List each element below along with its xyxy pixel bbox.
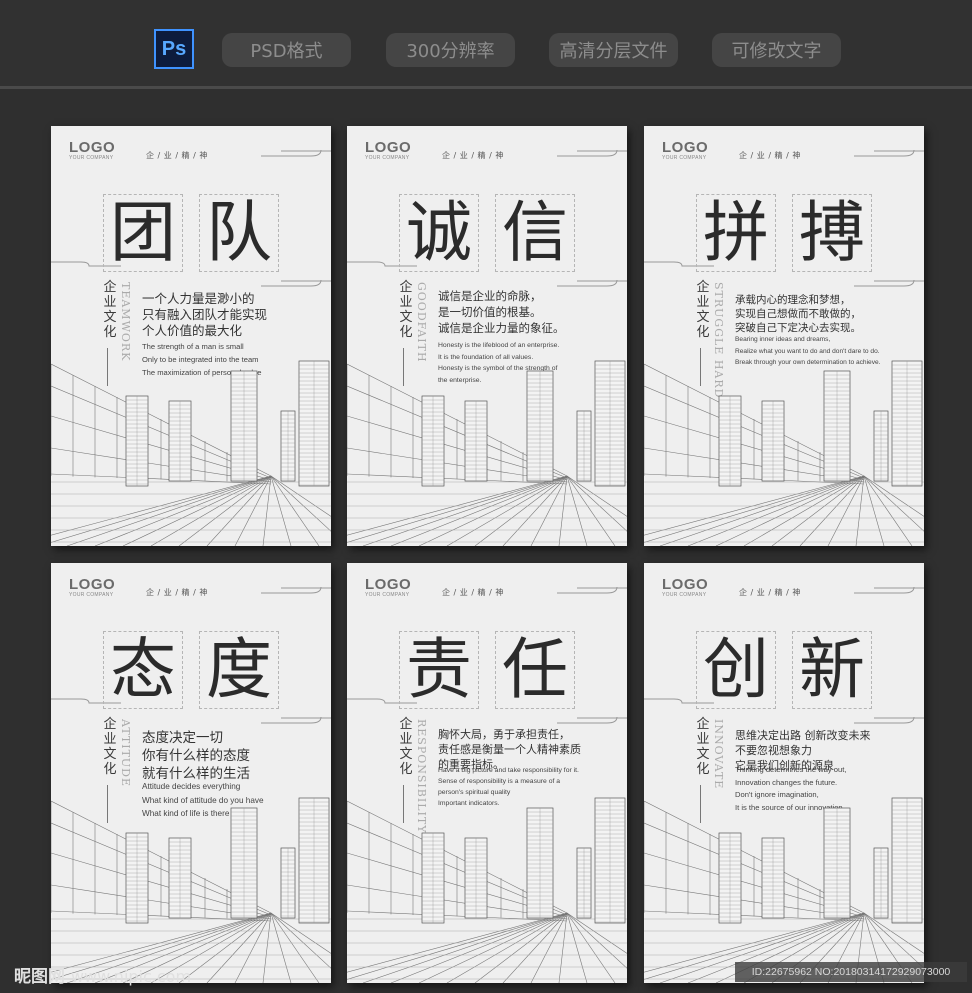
motto-text: 企 / 业 / 精 / 神 <box>739 588 801 597</box>
cloud-line-decoration <box>854 586 924 594</box>
poster-card: LOGO YOUR COMPANY 企 / 业 / 精 / 神拼搏企业文化 STRUG… <box>644 126 924 546</box>
vertical-label: 企业文化 <box>103 280 117 340</box>
city-wireframe-illustration <box>644 360 924 546</box>
logo-subtitle: YOUR COMPANY <box>365 155 410 161</box>
english-text-line: Have a big picture and take responsibili… <box>438 767 579 774</box>
logo-text: LOGO <box>69 576 116 593</box>
city-wireframe-illustration <box>347 360 627 546</box>
title-char: 搏 <box>792 194 872 272</box>
english-vertical-title: GOODFAITH <box>415 282 428 363</box>
cloud-line-decoration <box>854 149 924 157</box>
tag-layered-file: 高清分层文件 <box>549 33 678 67</box>
logo-subtitle: YOUR COMPANY <box>662 592 707 598</box>
chinese-text-line: 态度决定一切 <box>142 730 223 746</box>
motto-text: 企 / 业 / 精 / 神 <box>146 588 208 597</box>
city-wireframe-illustration <box>644 797 924 983</box>
watermark-id: ID:22675962 NO:20180314172929073000 <box>735 962 967 982</box>
chinese-text-line: 不要忽视想象力 <box>735 744 812 757</box>
logo-text: LOGO <box>365 139 412 156</box>
english-text-line: Sense of responsibility is a measure of … <box>438 778 561 785</box>
cloud-line-decoration <box>261 149 331 157</box>
english-text-line: The strength of a man is small <box>142 342 244 351</box>
chinese-text-line: 诚信是企业的命脉， <box>438 289 542 303</box>
watermark-brand: 昵图网 www.nipic.com <box>14 967 192 987</box>
english-vertical-title: ATTITUDE <box>119 719 132 788</box>
cloud-line-decoration <box>557 586 627 594</box>
title-char: 任 <box>495 631 575 709</box>
city-wireframe-illustration <box>347 797 627 983</box>
poster-card: LOGO YOUR COMPANY 企 / 业 / 精 / 神创新企业文化 INNOV… <box>644 563 924 983</box>
cloud-line-decoration <box>557 149 627 157</box>
english-text-line: Honesty is the lifeblood of an enterpris… <box>438 342 560 349</box>
motto-text: 企 / 业 / 精 / 神 <box>146 151 208 160</box>
title-char: 拼 <box>696 194 776 272</box>
english-text-line: Bearing inner ideas and dreams, <box>735 336 831 343</box>
title-char: 责 <box>399 631 479 709</box>
chinese-text-line: 诚信是企业力量的象征。 <box>438 321 565 335</box>
vertical-label: 企业文化 <box>103 717 117 777</box>
motto-text: 企 / 业 / 精 / 神 <box>442 151 504 160</box>
logo-text: LOGO <box>662 576 709 593</box>
chinese-text-line: 是一切价值的根基。 <box>438 305 542 319</box>
poster-card: LOGO YOUR COMPANY 企 / 业 / 精 / 神责任企业文化 RESPO… <box>347 563 627 983</box>
title-char: 度 <box>199 631 279 709</box>
photoshop-icon: Ps <box>154 29 194 69</box>
logo-subtitle: YOUR COMPANY <box>662 155 707 161</box>
city-wireframe-illustration <box>51 360 331 546</box>
poster-card: LOGO YOUR COMPANY 企 / 业 / 精 / 神团队企业文化 TEAMW… <box>51 126 331 546</box>
title-char: 态 <box>103 631 183 709</box>
english-vertical-title: TEAMWORK <box>119 282 132 362</box>
vertical-label: 企业文化 <box>399 280 413 340</box>
title-char: 团 <box>103 194 183 272</box>
cloud-line-decoration <box>557 279 627 287</box>
english-text-line: Attitude decides everything <box>142 782 241 791</box>
english-text-line: Realize what you want to do and don't da… <box>735 347 880 355</box>
title-char: 创 <box>696 631 776 709</box>
logo-subtitle: YOUR COMPANY <box>69 592 114 598</box>
logo-text: LOGO <box>365 576 412 593</box>
title-char: 信 <box>495 194 575 272</box>
motto-text: 企 / 业 / 精 / 神 <box>739 151 801 160</box>
chinese-text-line: 责任感是衡量一个人精神素质 <box>438 743 581 756</box>
logo-text: LOGO <box>662 139 709 156</box>
vertical-label: 企业文化 <box>696 280 710 340</box>
chinese-text-line: 你有什么样的态度 <box>142 748 250 764</box>
chinese-text-line: 胸怀大局，勇于承担责任， <box>438 728 570 741</box>
chinese-text-line: 承载内心的理念和梦想， <box>735 294 851 306</box>
english-vertical-title: INNOVATE <box>712 719 725 790</box>
cloud-line-decoration <box>557 716 627 724</box>
logo-text: LOGO <box>69 139 116 156</box>
english-text-line: Thinking determines the way out, <box>735 765 847 774</box>
english-text-line: Innovation changes the future. <box>735 777 838 787</box>
chinese-text-line: 个人价值的最大化 <box>142 323 243 338</box>
title-char: 新 <box>792 631 872 709</box>
cloud-line-decoration <box>854 716 924 724</box>
cloud-line-decoration <box>854 279 924 287</box>
chinese-text-line: 突破自己下定决心去实现。 <box>735 322 861 334</box>
poster-card: LOGO YOUR COMPANY 企 / 业 / 精 / 神态度企业文化 ATTIT… <box>51 563 331 983</box>
divider <box>0 86 972 89</box>
logo-subtitle: YOUR COMPANY <box>365 592 410 598</box>
tag-editable-text: 可修改文字 <box>712 33 841 67</box>
cloud-line-decoration <box>261 586 331 594</box>
vertical-label: 企业文化 <box>696 717 710 777</box>
chinese-text-line: 就有什么样的生活 <box>142 766 250 782</box>
poster-card: LOGO YOUR COMPANY 企 / 业 / 精 / 神诚信企业文化 GOODF… <box>347 126 627 546</box>
title-char: 队 <box>199 194 279 272</box>
city-wireframe-illustration <box>51 797 331 983</box>
chinese-text-line: 思维决定出路 创新改变未来 <box>735 729 871 742</box>
vertical-label: 企业文化 <box>399 717 413 777</box>
motto-text: 企 / 业 / 精 / 神 <box>442 588 504 597</box>
tag-psd-format: PSD格式 <box>222 33 351 67</box>
cloud-line-decoration <box>261 279 331 287</box>
tag-resolution: 300分辨率 <box>386 33 515 67</box>
logo-subtitle: YOUR COMPANY <box>69 155 114 161</box>
chinese-text-line: 实现自己想做而不敢做的， <box>735 308 861 320</box>
cloud-line-decoration <box>261 716 331 724</box>
title-char: 诚 <box>399 194 479 272</box>
